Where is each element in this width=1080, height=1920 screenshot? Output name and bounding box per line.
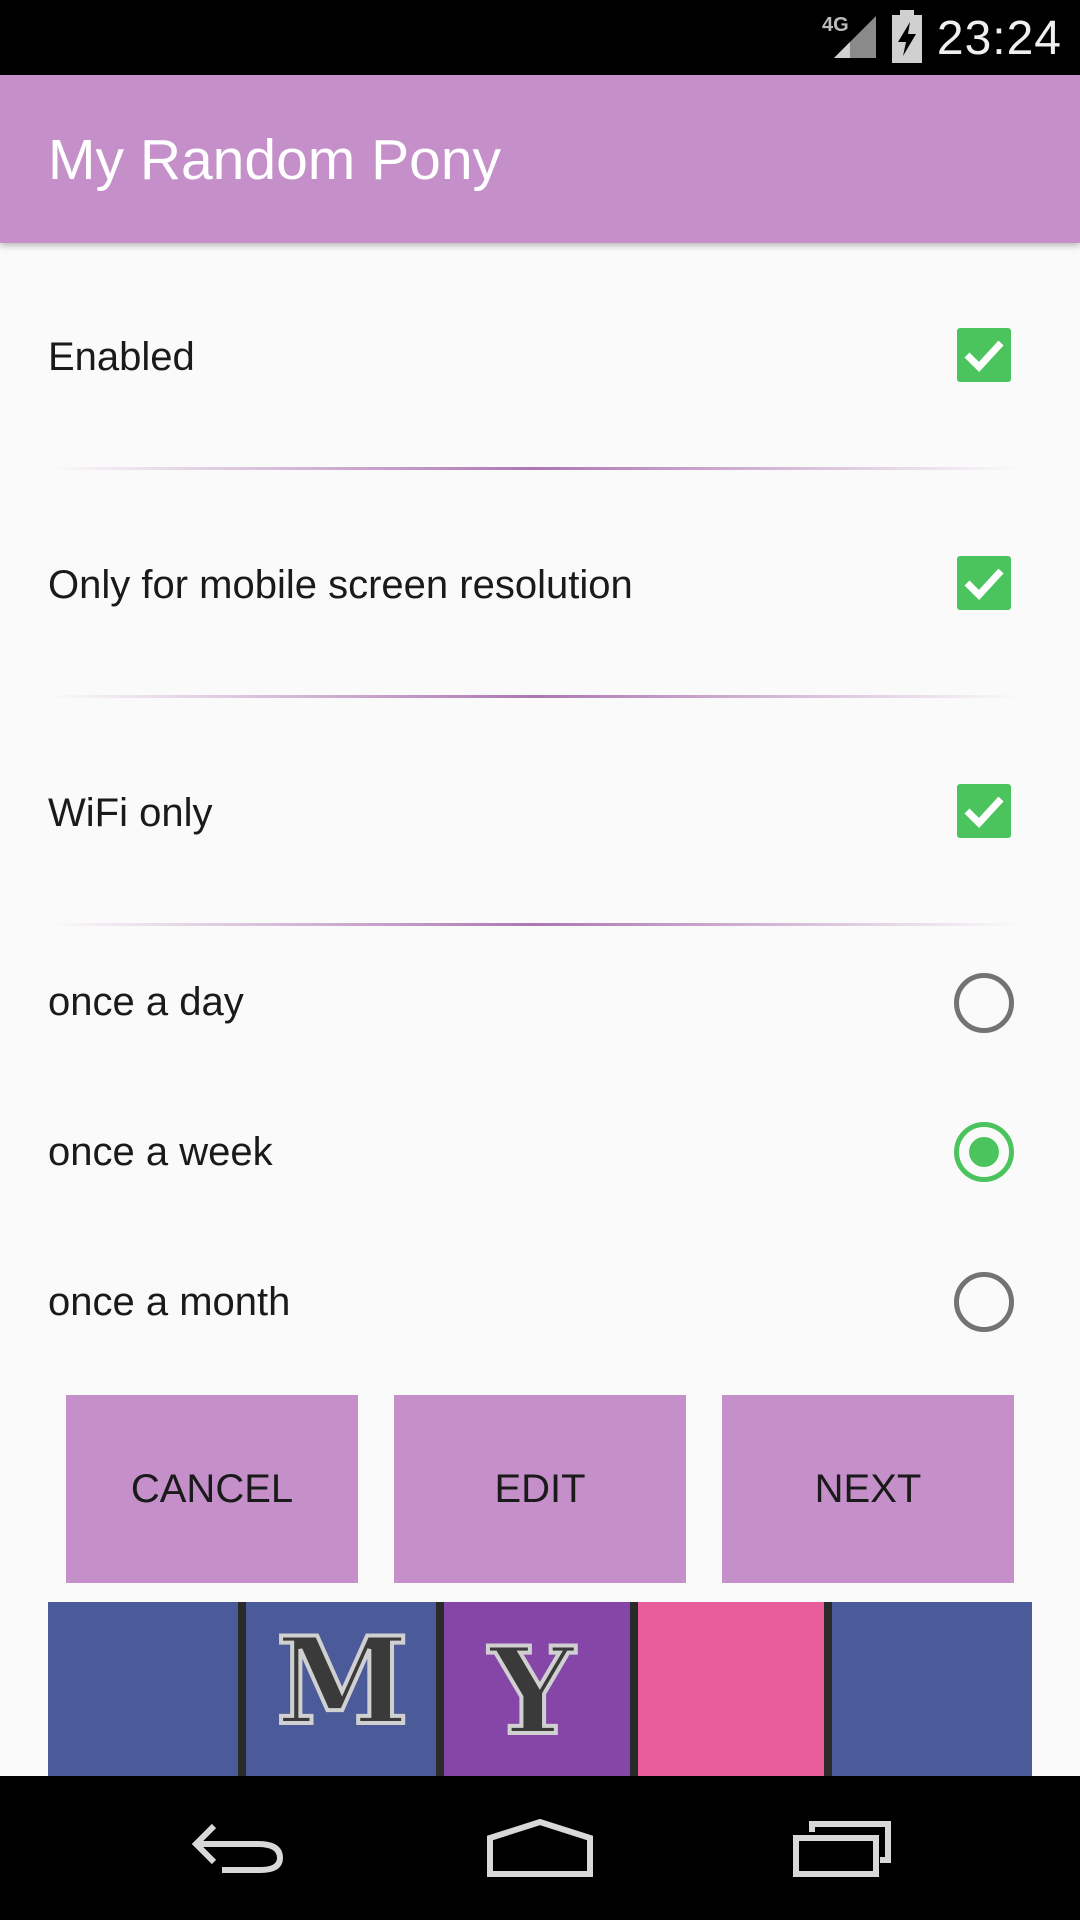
signal-icon	[834, 16, 876, 58]
radio-once-a-day[interactable]: once a day	[0, 942, 1080, 1062]
radio-once-a-month-label: once a month	[48, 1280, 291, 1324]
radio-selected-dot	[969, 1137, 999, 1167]
clock: 23:24	[936, 12, 1062, 65]
check-icon	[964, 340, 1004, 373]
cancel-button[interactable]: CANCEL	[66, 1395, 358, 1583]
banner-separator	[436, 1602, 444, 1776]
banner-tile	[832, 1602, 1032, 1776]
radio-once-a-month[interactable]: once a month	[0, 1242, 1080, 1362]
check-icon	[964, 568, 1004, 601]
banner-tile	[638, 1602, 824, 1776]
recents-button[interactable]	[742, 1776, 942, 1920]
setting-mobile-resolution[interactable]: Only for mobile screen resolution	[0, 471, 1080, 699]
check-icon	[964, 796, 1004, 829]
banner-tile: M	[246, 1602, 436, 1776]
setting-mobile-resolution-label: Only for mobile screen resolution	[48, 563, 633, 607]
wifi-only-checkbox[interactable]	[957, 784, 1011, 838]
edit-button[interactable]: EDIT	[394, 1395, 686, 1583]
recents-icon	[793, 1821, 891, 1877]
status-bar: 4G 23:24	[0, 0, 1080, 75]
home-icon	[487, 1818, 593, 1877]
divider	[48, 467, 1020, 470]
navigation-bar	[0, 1776, 1080, 1920]
pony-banner-image: M Y	[48, 1602, 1032, 1776]
radio-once-a-week[interactable]: once a week	[0, 1092, 1080, 1212]
enabled-checkbox[interactable]	[957, 328, 1011, 382]
banner-tile	[48, 1602, 238, 1776]
setting-wifi-only-label: WiFi only	[48, 791, 213, 835]
once-a-day-radio[interactable]	[954, 973, 1014, 1033]
banner-tile: Y	[444, 1602, 630, 1776]
radio-once-a-week-label: once a week	[48, 1130, 273, 1174]
divider	[48, 923, 1020, 926]
next-button[interactable]: NEXT	[722, 1395, 1014, 1583]
radio-once-a-day-label: once a day	[48, 980, 244, 1024]
app-bar: My Random Pony	[0, 75, 1080, 243]
setting-enabled[interactable]: Enabled	[0, 243, 1080, 471]
setting-wifi-only[interactable]: WiFi only	[0, 699, 1080, 927]
banner-separator	[630, 1602, 638, 1776]
once-a-month-radio[interactable]	[954, 1272, 1014, 1332]
once-a-week-radio[interactable]	[954, 1122, 1014, 1182]
mobile-resolution-checkbox[interactable]	[957, 556, 1011, 610]
banner-separator	[238, 1602, 246, 1776]
divider	[48, 695, 1020, 698]
app-title: My Random Pony	[48, 128, 502, 192]
back-icon	[191, 1823, 284, 1873]
back-button[interactable]	[138, 1776, 338, 1920]
banner-separator	[824, 1602, 832, 1776]
setting-enabled-label: Enabled	[48, 335, 195, 379]
home-button[interactable]	[440, 1776, 640, 1920]
battery-icon	[892, 10, 922, 63]
banner-letter: M	[274, 1611, 411, 1752]
banner-letter: Y	[487, 1621, 577, 1762]
